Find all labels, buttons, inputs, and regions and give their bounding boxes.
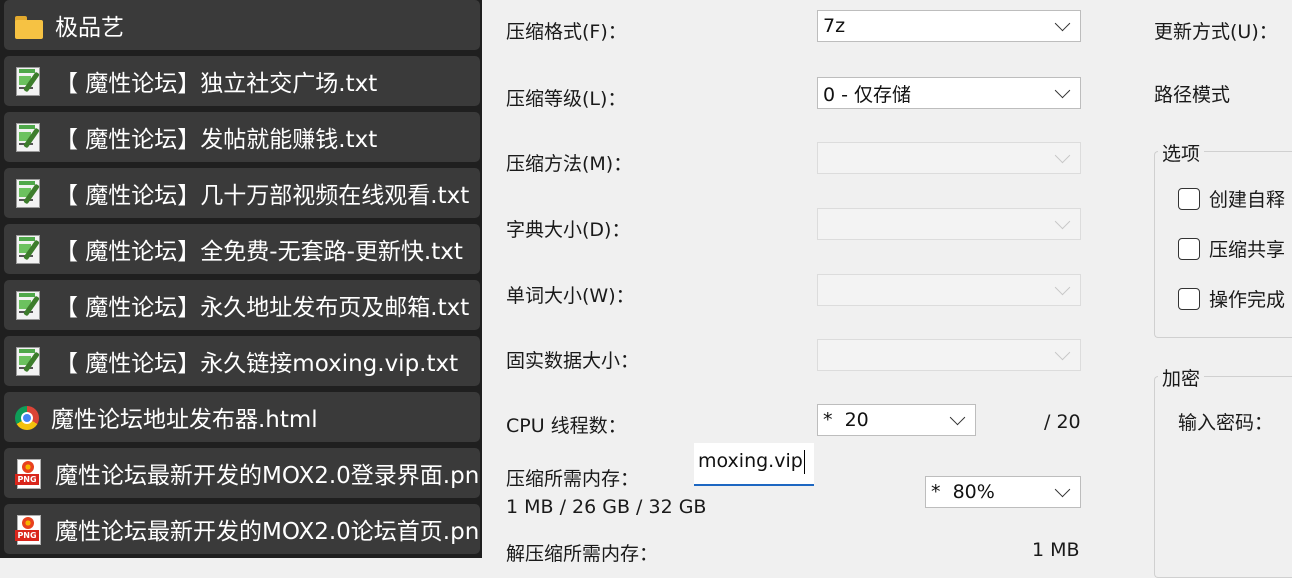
file-name: 魔性论坛最新开发的MOX2.0论坛首页.png: [55, 519, 480, 545]
file-name: 【 魔性论坛】全免费-无套路-更新快.txt: [55, 239, 463, 265]
file-name: 魔性论坛最新开发的MOX2.0登录界面.png: [55, 463, 480, 489]
add-to-archive-dialog: 压缩格式(F)： 7z 压缩等级(L)： 0 - 仅存储 压缩方法(M)： 字典…: [482, 0, 1292, 578]
chevron-down-icon: [949, 409, 966, 425]
png-file-icon: PNG: [15, 515, 43, 545]
cpu-threads-label: CPU 线程数：: [506, 415, 627, 437]
text-file-icon: [15, 123, 43, 152]
password-value: moxing.vip: [698, 450, 803, 472]
text-file-icon: [15, 235, 43, 264]
file-name: 【 魔性论坛】几十万部视频在线观看.txt: [55, 183, 470, 209]
text-file-icon: [15, 179, 43, 208]
memory-usage-value: * 80%: [931, 481, 995, 503]
file-name: 【 魔性论坛】独立社交广场.txt: [55, 71, 378, 97]
chevron-down-icon: [1054, 213, 1071, 229]
chrome-html-icon: [15, 406, 39, 430]
file-item[interactable]: PNG 魔性论坛最新开发的MOX2.0论坛首页.png: [4, 504, 480, 554]
compress-shared-checkbox[interactable]: [1178, 237, 1200, 260]
file-name: 【 魔性论坛】发帖就能赚钱.txt: [55, 127, 378, 153]
chevron-down-icon: [1054, 15, 1071, 31]
update-mode-label: 更新方式(U)：: [1154, 21, 1278, 43]
text-file-icon: [15, 67, 43, 96]
create-sfx-checkbox[interactable]: [1178, 187, 1200, 210]
decompress-memory-label: 解压缩所需内存：: [506, 543, 659, 565]
method-select[interactable]: [817, 142, 1081, 174]
dict-size-select[interactable]: [817, 208, 1081, 240]
chevron-down-icon: [1054, 279, 1071, 295]
file-name: 【 魔性论坛】永久地址发布页及邮箱.txt: [55, 295, 470, 321]
method-label: 压缩方法(M)：: [506, 153, 633, 175]
dict-size-label: 字典大小(D)：: [506, 219, 631, 241]
memory-detail: 1 MB / 26 GB / 32 GB: [506, 496, 707, 518]
word-size-select[interactable]: [817, 274, 1081, 306]
format-select[interactable]: 7z: [817, 10, 1081, 42]
delete-after-checkbox-row[interactable]: 操作完成: [1178, 285, 1285, 312]
delete-after-checkbox[interactable]: [1178, 287, 1200, 310]
memory-usage-select[interactable]: * 80%: [925, 476, 1081, 508]
file-item[interactable]: 魔性论坛地址发布器.html: [4, 392, 480, 442]
text-file-icon: [15, 347, 43, 376]
cpu-threads-total: / 20: [1044, 411, 1081, 433]
password-label: 输入密码：: [1178, 412, 1274, 434]
memory-label: 压缩所需内存：: [506, 468, 640, 490]
file-item[interactable]: 【 魔性论坛】几十万部视频在线观看.txt: [4, 168, 480, 218]
encryption-group-title: 加密: [1158, 364, 1205, 391]
file-item-folder[interactable]: 极品艺: [4, 0, 480, 50]
file-item[interactable]: PNG 魔性论坛最新开发的MOX2.0登录界面.png: [4, 448, 480, 498]
compress-shared-checkbox-row[interactable]: 压缩共享: [1178, 235, 1285, 262]
compress-shared-label: 压缩共享: [1209, 239, 1286, 261]
chevron-down-icon: [1054, 481, 1071, 497]
png-file-icon: PNG: [15, 459, 43, 489]
text-caret: [803, 449, 805, 474]
folder-icon: [15, 15, 43, 39]
solid-size-label: 固实数据大小：: [506, 350, 640, 372]
solid-size-select[interactable]: [817, 339, 1081, 371]
create-sfx-label: 创建自释: [1209, 189, 1286, 211]
path-mode-label: 路径模式: [1154, 84, 1231, 106]
file-item[interactable]: 【 魔性论坛】永久地址发布页及邮箱.txt: [4, 280, 480, 330]
password-input[interactable]: moxing.vip: [694, 443, 814, 486]
file-item[interactable]: 【 魔性论坛】永久链接moxing.vip.txt: [4, 336, 480, 386]
format-value: 7z: [823, 15, 846, 37]
file-name: 魔性论坛地址发布器.html: [51, 407, 318, 433]
file-list-pane: 极品艺 【 魔性论坛】独立社交广场.txt 【 魔性论坛】发帖就能赚钱.txt …: [0, 0, 482, 558]
cpu-threads-value: * 20: [823, 409, 869, 431]
level-value: 0 - 仅存储: [823, 83, 912, 106]
format-label: 压缩格式(F)：: [506, 21, 627, 43]
text-file-icon: [15, 291, 43, 320]
word-size-label: 单词大小(W)：: [506, 285, 635, 307]
delete-after-label: 操作完成: [1209, 289, 1286, 311]
level-select[interactable]: 0 - 仅存储: [817, 77, 1081, 109]
cpu-threads-select[interactable]: * 20: [817, 404, 976, 436]
chevron-down-icon: [1054, 82, 1071, 98]
chevron-down-icon: [1054, 344, 1071, 360]
file-name: 【 魔性论坛】永久链接moxing.vip.txt: [55, 351, 459, 377]
file-item[interactable]: 【 魔性论坛】独立社交广场.txt: [4, 56, 480, 106]
options-group-title: 选项: [1158, 139, 1205, 166]
create-sfx-checkbox-row[interactable]: 创建自释: [1178, 185, 1285, 212]
level-label: 压缩等级(L)：: [506, 88, 627, 110]
encryption-group: [1154, 376, 1292, 578]
chevron-down-icon: [1054, 147, 1071, 163]
file-item[interactable]: 【 魔性论坛】发帖就能赚钱.txt: [4, 112, 480, 162]
file-item[interactable]: 【 魔性论坛】全免费-无套路-更新快.txt: [4, 224, 480, 274]
file-name: 极品艺: [55, 15, 124, 41]
